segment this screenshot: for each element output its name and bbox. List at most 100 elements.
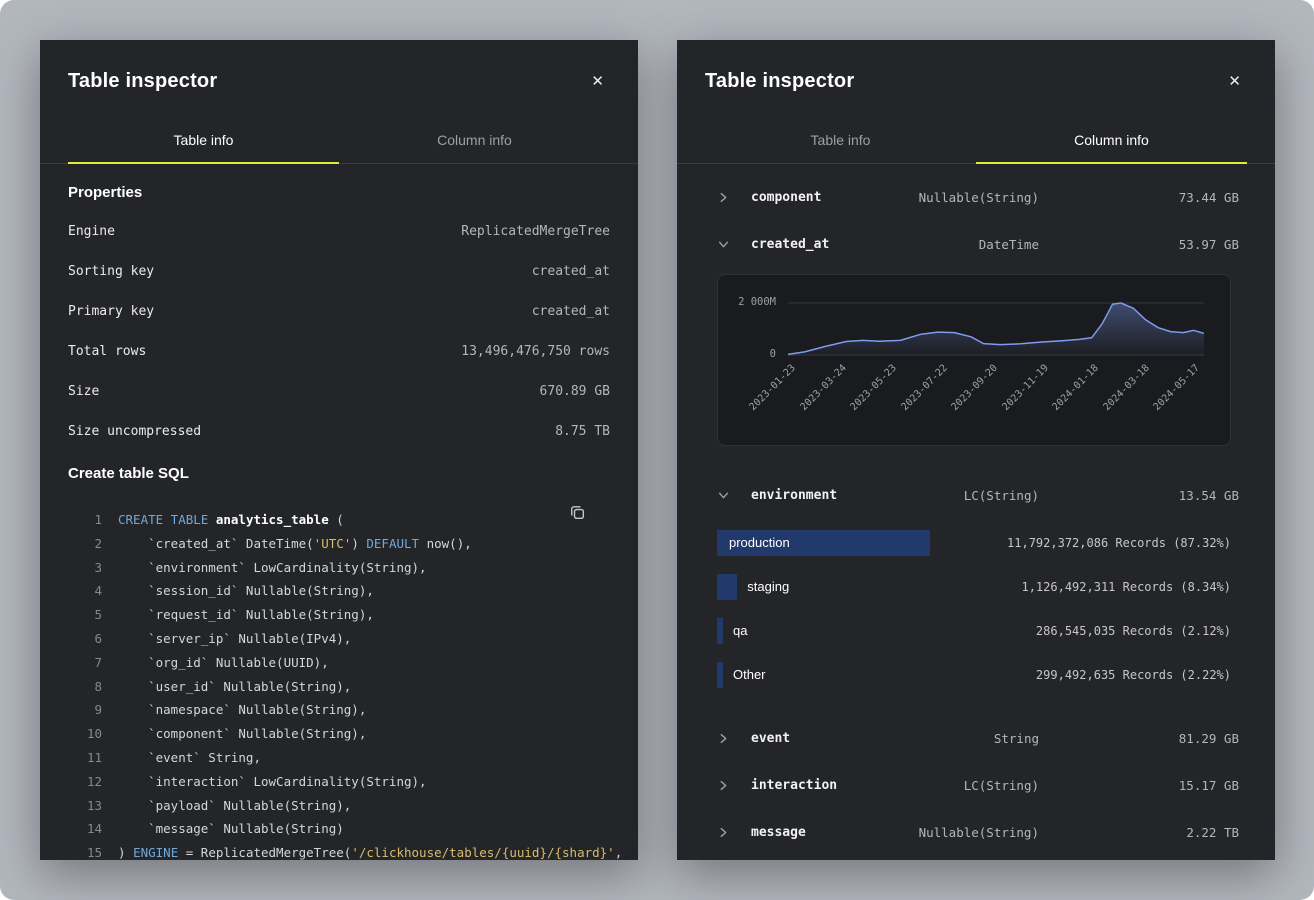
environment-value-row: qa 286,545,035 Records (2.12%) [677,609,1275,653]
column-size: 73.44 GB [1039,190,1239,205]
property-value: 8.75 TB [555,424,610,439]
close-icon[interactable]: ✕ [587,72,608,91]
property-row: Total rows 13,496,476,750 rows [68,331,610,371]
column-type: LC(String) [964,778,1039,793]
sql-code-line: 2 `created_at` DateTime('UTC') DEFAULT n… [68,532,610,556]
tab-table-info[interactable]: Table info [68,119,339,163]
desktop-background: Table inspector ✕ Table info Column info… [0,0,1314,900]
line-number: 10 [68,722,102,746]
sql-code-line: 10 `component` Nullable(String), [68,722,610,746]
property-row: Sorting key created_at [68,251,610,291]
chevron-right-icon [717,733,729,745]
column-row-message[interactable]: message Nullable(String) 2.22 TB [677,809,1275,856]
value-records: 1,126,492,311 Records (8.34%) [1021,580,1231,594]
tab-column-info[interactable]: Column info [339,119,610,163]
table-inspector-dialog-column-info: Table inspector ✕ Table info Column info… [677,40,1275,860]
column-name: message [751,825,806,840]
sql-code-line: 12 `interaction` LowCardinality(String), [68,770,610,794]
property-label: Primary key [68,304,154,319]
property-value: 670.89 GB [540,384,610,399]
column-row-created_at[interactable]: created_at DateTime 53.97 GB [677,221,1275,268]
column-type: DateTime [979,237,1039,252]
value-bar [717,574,737,600]
column-row-component[interactable]: component Nullable(String) 73.44 GB [677,174,1275,221]
column-name: event [751,731,790,746]
line-number: 2 [68,532,102,556]
sql-code-line: 8 `user_id` Nullable(String), [68,675,610,699]
column-size: 15.17 GB [1039,778,1239,793]
sql-section: 1 CREATE TABLE analytics_table ( 2 `crea… [68,508,610,860]
column-name: environment [751,488,837,503]
line-number: 8 [68,675,102,699]
property-label: Engine [68,224,115,239]
property-row: Primary key created_at [68,291,610,331]
property-value: created_at [532,304,610,319]
value-label: Other [733,662,766,688]
line-number: 14 [68,817,102,841]
dialog-title: Table inspector [68,70,217,93]
table-info-panel: Properties Engine ReplicatedMergeTree So… [40,184,638,860]
value-label: production [729,530,790,556]
sql-code-block: 1 CREATE TABLE analytics_table ( 2 `crea… [68,508,610,860]
dialog-header: Table inspector ✕ [677,40,1275,119]
column-row-environment[interactable]: environment LC(String) 13.54 GB [677,472,1275,519]
created-at-distribution-chart: 2 000M 0 2023-01-232023-03-242023-05-232… [717,274,1231,446]
properties-list: Engine ReplicatedMergeTree Sorting key c… [68,211,610,451]
x-axis-label: 2024-01-18 [1015,363,1101,449]
sql-code-line: 4 `session_id` Nullable(String), [68,579,610,603]
sql-code-line: 14 `message` Nullable(String) [68,817,610,841]
sql-code-line: 13 `payload` Nullable(String), [68,794,610,818]
sql-code-line: 3 `environment` LowCardinality(String), [68,556,610,580]
column-name: component [751,190,821,205]
column-row-interaction[interactable]: interaction LC(String) 15.17 GB [677,762,1275,809]
column-row-event[interactable]: event String 81.29 GB [677,715,1275,762]
sql-code-line: 5 `request_id` Nullable(String), [68,603,610,627]
environment-top-values: production 11,792,372,086 Records (87.32… [677,521,1275,697]
x-axis-label: 2024-05-17 [1116,363,1202,449]
dialog-title: Table inspector [705,70,854,93]
property-value: ReplicatedMergeTree [461,224,610,239]
sql-code-line: 7 `org_id` Nullable(UUID), [68,651,610,675]
y-axis-label: 2 000M [718,296,776,308]
environment-value-row: staging 1,126,492,311 Records (8.34%) [677,565,1275,609]
line-number: 12 [68,770,102,794]
sql-code-line: 1 CREATE TABLE analytics_table ( [68,508,610,532]
value-bar [717,618,723,644]
line-number: 6 [68,627,102,651]
x-axis-label: 2023-01-23 [712,363,798,449]
x-axis-label: 2023-09-20 [914,363,1000,449]
chevron-right-icon [717,780,729,792]
value-records: 286,545,035 Records (2.12%) [1036,624,1231,638]
sql-code-line: 15 ) ENGINE = ReplicatedMergeTree('/clic… [68,841,610,860]
chevron-right-icon [717,192,729,204]
environment-value-row: production 11,792,372,086 Records (87.32… [677,521,1275,565]
sql-code-line: 9 `namespace` Nullable(String), [68,698,610,722]
tabbar: Table info Column info [40,119,638,164]
column-list: component Nullable(String) 73.44 GB crea… [677,164,1275,856]
copy-icon[interactable] [567,502,588,526]
chevron-down-icon [717,239,729,251]
line-number: 15 [68,841,102,860]
column-name: interaction [751,778,837,793]
line-number: 11 [68,746,102,770]
property-value: 13,496,476,750 rows [461,344,610,359]
tab-column-info[interactable]: Column info [976,119,1247,163]
line-number: 4 [68,579,102,603]
line-number: 7 [68,651,102,675]
column-size: 13.54 GB [1039,488,1239,503]
tab-table-info[interactable]: Table info [705,119,976,163]
property-value: created_at [532,264,610,279]
value-label: staging [747,574,789,600]
value-bar [717,662,723,688]
value-records: 11,792,372,086 Records (87.32%) [1007,536,1231,550]
column-size: 53.97 GB [1039,237,1239,252]
column-type: Nullable(String) [919,825,1039,840]
property-row: Size uncompressed 8.75 TB [68,411,610,451]
y-axis-label: 0 [718,348,776,360]
property-row: Engine ReplicatedMergeTree [68,211,610,251]
close-icon[interactable]: ✕ [1224,72,1245,91]
properties-heading: Properties [68,184,610,201]
x-axis-label: 2023-05-23 [813,363,899,449]
property-label: Size [68,384,99,399]
area-chart: 2023-01-232023-03-242023-05-232023-07-22… [788,299,1204,357]
